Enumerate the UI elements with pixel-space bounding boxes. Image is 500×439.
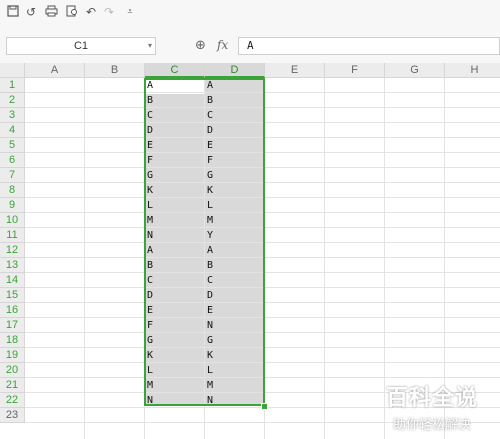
watermark-subtitle: 助你轻松解决 xyxy=(392,417,471,432)
row-header-4[interactable]: 4 xyxy=(0,123,25,138)
row-header-14[interactable]: 14 xyxy=(0,273,25,288)
fill-handle[interactable] xyxy=(261,403,268,410)
print-preview-icon[interactable] xyxy=(65,5,79,19)
watermark-title: 百科全说 xyxy=(385,385,478,410)
column-header-h[interactable]: H xyxy=(445,63,500,78)
row-header-21[interactable]: 21 xyxy=(0,378,25,393)
row-header-2[interactable]: 2 xyxy=(0,93,25,108)
name-box[interactable]: C1 ▾ xyxy=(6,37,156,55)
row-header-10[interactable]: 10 xyxy=(0,213,25,228)
cell-name: C1 xyxy=(73,40,89,52)
row-header-22[interactable]: 22 xyxy=(0,393,25,408)
column-header-e[interactable]: E xyxy=(265,63,325,78)
zoom-icon[interactable]: ⊕ xyxy=(195,38,206,53)
watermark: 百科全说 助你轻松解决 xyxy=(372,380,492,433)
column-header-b[interactable]: B xyxy=(85,63,145,78)
column-header-d[interactable]: D xyxy=(205,63,265,78)
formula-input[interactable]: A xyxy=(238,37,500,55)
row-header-5[interactable]: 5 xyxy=(0,138,25,153)
undo-icon[interactable]: ↶ xyxy=(84,5,98,19)
row-header-11[interactable]: 11 xyxy=(0,228,25,243)
column-gridline xyxy=(324,78,325,439)
row-header-6[interactable]: 6 xyxy=(0,153,25,168)
chevron-down-icon[interactable]: ▾ xyxy=(148,38,152,54)
print-icon[interactable] xyxy=(44,5,58,19)
select-all-corner[interactable] xyxy=(0,63,25,78)
quick-access-toolbar: ↺ ↶ ↷ ⩡ xyxy=(0,0,500,26)
customize-toolbar-icon[interactable]: ⩡ xyxy=(123,5,137,19)
undo-history-icon[interactable]: ↺ xyxy=(24,5,38,19)
column-header-g[interactable]: G xyxy=(385,63,445,78)
function-icon[interactable]: fx xyxy=(217,38,228,52)
row-header-12[interactable]: 12 xyxy=(0,243,25,258)
row-header-23[interactable]: 23 xyxy=(0,408,25,423)
formula-bar: C1 ▾ ⊕ fx A xyxy=(0,33,500,59)
row-header-15[interactable]: 15 xyxy=(0,288,25,303)
row-header-19[interactable]: 19 xyxy=(0,348,25,363)
row-header-18[interactable]: 18 xyxy=(0,333,25,348)
selection-border xyxy=(144,78,265,406)
row-header-20[interactable]: 20 xyxy=(0,363,25,378)
column-header-a[interactable]: A xyxy=(25,63,85,78)
row-header-9[interactable]: 9 xyxy=(0,198,25,213)
row-header-16[interactable]: 16 xyxy=(0,303,25,318)
row-header-3[interactable]: 3 xyxy=(0,108,25,123)
row-header-7[interactable]: 7 xyxy=(0,168,25,183)
redo-icon[interactable]: ↷ xyxy=(102,5,116,19)
save-icon[interactable] xyxy=(6,5,20,19)
column-header-f[interactable]: F xyxy=(325,63,385,78)
column-gridline xyxy=(84,78,85,439)
row-header-8[interactable]: 8 xyxy=(0,183,25,198)
row-header-1[interactable]: 1 xyxy=(0,78,25,93)
row-header-17[interactable]: 17 xyxy=(0,318,25,333)
column-header-c[interactable]: C xyxy=(145,63,205,78)
row-header-13[interactable]: 13 xyxy=(0,258,25,273)
